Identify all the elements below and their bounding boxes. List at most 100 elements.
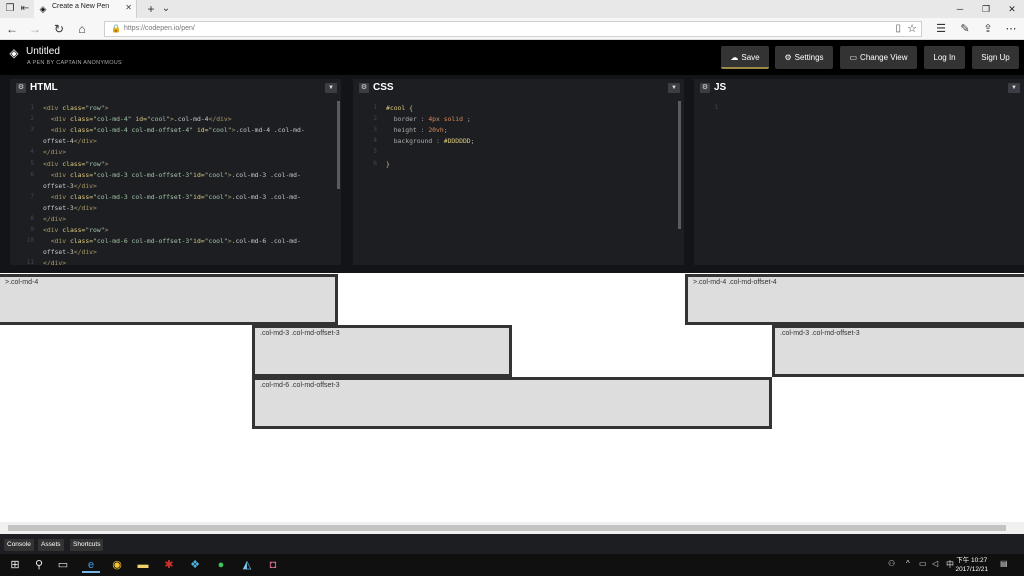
result-preview: >.col-md-4 >.col-md-4 .col-md-offset-4 .… <box>0 273 1024 534</box>
favorite-star-icon[interactable]: ☆ <box>907 22 917 35</box>
tab-close-icon[interactable]: ✕ <box>125 3 132 12</box>
line-number: 11 <box>26 259 34 265</box>
window-close-button[interactable]: ✕ <box>1000 2 1024 16</box>
back-arrow-icon[interactable]: ← <box>4 21 20 37</box>
volume-icon[interactable]: ◁ <box>932 559 938 568</box>
forward-arrow-icon[interactable]: → <box>27 21 43 37</box>
preview-horizontal-scrollbar[interactable] <box>0 522 1024 534</box>
preview-box-col-md-6-offset-3: .col-md-6 .col-md-offset-3 <box>252 377 772 429</box>
reading-view-icon[interactable]: ▯ <box>895 23 901 34</box>
pen-notes-icon[interactable]: ✎ <box>957 21 973 37</box>
task-view-icon[interactable]: ▭ <box>54 557 72 573</box>
css-editor-pane: ⚙ CSS ▼ 1 #cool {2 border : 4px solid ; 3 … <box>353 79 684 265</box>
url-text: https://codepen.io/pen/ <box>124 25 195 32</box>
ime-icon[interactable]: 中 <box>946 559 954 570</box>
code-line: #cool { <box>386 104 413 112</box>
preview-box-label: .col-md-3 .col-md-offset-3 <box>260 330 340 337</box>
edge-browser-icon[interactable]: e <box>82 557 100 573</box>
js-pane-header: ⚙ JS ▼ <box>694 79 1024 97</box>
line-number: 7 <box>30 192 34 200</box>
assets-button[interactable]: Assets <box>38 539 64 551</box>
code-line: } <box>386 159 390 168</box>
html-pane-title: HTML <box>30 82 58 93</box>
more-icon[interactable]: ⋯ <box>1003 21 1019 37</box>
pen-title[interactable]: Untitled <box>26 46 60 57</box>
line-number: 6 <box>30 170 34 178</box>
share-icon[interactable]: ⇪ <box>980 21 996 37</box>
tab-aside-icon[interactable]: ⇤ <box>18 2 32 16</box>
code-line: offset-4</div> <box>43 137 97 146</box>
save-label: Save <box>741 53 760 62</box>
action-center-icon[interactable]: ▤ <box>1000 559 1008 568</box>
line-number: 1 <box>714 104 718 111</box>
css-settings-gear-icon[interactable]: ⚙ <box>359 83 369 93</box>
window-maximize-button[interactable]: ❐ <box>974 2 998 16</box>
app-icon-blue[interactable]: ❖ <box>186 557 204 573</box>
favorites-hub-icon[interactable]: ☰ <box>933 21 949 37</box>
preview-box-col-md-4: >.col-md-4 <box>0 274 338 325</box>
line-number: 4 <box>373 137 377 145</box>
line-number: 6 <box>373 159 377 167</box>
tray-chevron-up-icon[interactable]: ^ <box>906 559 910 568</box>
editor-panels: ⚙ HTML ▼ 1 <div class="row"> 2 <div class=… <box>0 75 1024 273</box>
windows-taskbar: ⊞ ⚲ ▭ e ◉ ▬ ✱ ❖ ● ◭ ◘ ⚇ ^ ▭ ◁ 中 下午 10:27… <box>0 554 1024 576</box>
clock-date: 2017/12/21 <box>955 566 988 573</box>
css-scrollbar[interactable] <box>678 101 681 229</box>
search-icon[interactable]: ⚲ <box>30 557 48 573</box>
line-number: 3 <box>30 126 34 134</box>
clock-time: 下午 10:27 <box>956 557 988 564</box>
code-line: <div class="row"> <box>43 226 109 235</box>
chrome-icon[interactable]: ◉ <box>108 557 126 573</box>
code-line: </div> <box>43 215 67 223</box>
line-number: 5 <box>30 159 34 167</box>
js-editor-pane: ⚙ JS ▼ 1 <box>694 79 1024 265</box>
change-view-button[interactable]: ▭ Change View <box>840 46 917 69</box>
windows-start-icon[interactable]: ⊞ <box>6 557 24 573</box>
line-number: 1 <box>373 104 377 111</box>
code-line: <div class="col-md-4" id="cool">.col-md-… <box>50 115 232 124</box>
console-button[interactable]: Console <box>4 539 34 551</box>
save-button[interactable]: ☁ Save <box>721 46 769 69</box>
codepen-logo-icon[interactable]: ◈ <box>7 46 21 60</box>
js-settings-gear-icon[interactable]: ⚙ <box>700 83 710 93</box>
html-scrollbar[interactable] <box>337 101 340 189</box>
scrollbar-thumb[interactable] <box>8 525 1006 531</box>
people-icon[interactable]: ⚇ <box>888 559 895 568</box>
file-explorer-icon[interactable]: ▬ <box>134 557 152 573</box>
codepen-favicon-icon: ◈ <box>39 4 47 14</box>
login-button[interactable]: Log In <box>924 46 965 69</box>
html-editor-pane: ⚙ HTML ▼ 1 <div class="row"> 2 <div class=… <box>10 79 341 265</box>
browser-tab-active[interactable]: ◈ Create a New Pen ✕ <box>34 0 137 18</box>
app-icon-pink[interactable]: ◘ <box>264 557 282 573</box>
shortcuts-button[interactable]: Shortcuts <box>70 539 104 551</box>
refresh-icon[interactable]: ↻ <box>51 21 67 37</box>
system-clock[interactable]: 下午 10:27 2017/12/21 <box>955 556 988 574</box>
home-icon[interactable]: ⌂ <box>74 21 90 37</box>
html-settings-gear-icon[interactable]: ⚙ <box>16 83 26 93</box>
lock-icon: 🔒 <box>111 24 121 33</box>
pen-author: A PEN BY CAPTAIN ANONYMOUS <box>27 60 123 66</box>
html-code-editor[interactable]: 1 <div class="row"> 2 <div class="col-md-4… <box>10 101 341 265</box>
network-icon[interactable]: ▭ <box>919 559 927 568</box>
code-line: <div class="col-md-6 col-md-offset-3"id=… <box>50 237 301 246</box>
app-icon-cyan[interactable]: ◭ <box>238 557 256 573</box>
url-input[interactable]: 🔒 https://codepen.io/pen/ ▯ ☆ <box>104 21 922 37</box>
tab-menu-chevron-icon[interactable]: ⌄ <box>159 2 173 16</box>
settings-button[interactable]: ⚙ Settings <box>775 46 833 69</box>
new-tab-button[interactable]: + <box>144 2 158 16</box>
js-code-editor[interactable]: 1 <box>694 101 1024 265</box>
preview-box-label: >.col-md-4 <box>5 279 39 286</box>
spotify-icon[interactable]: ● <box>212 557 230 573</box>
app-icon-red[interactable]: ✱ <box>160 557 178 573</box>
css-pane-chevron-down-icon[interactable]: ▼ <box>668 83 680 93</box>
codepen-footer: Console Assets Shortcuts <box>0 534 1024 554</box>
signup-button[interactable]: Sign Up <box>972 46 1019 69</box>
js-pane-chevron-down-icon[interactable]: ▼ <box>1008 83 1020 93</box>
window-minimize-button[interactable]: ─ <box>948 2 972 16</box>
html-pane-chevron-down-icon[interactable]: ▼ <box>325 83 337 93</box>
code-line: <div class="col-md-3 col-md-offset-3"id=… <box>50 192 301 201</box>
tab-list-icon[interactable]: ❐ <box>3 2 17 16</box>
css-code-editor[interactable]: 1 #cool {2 border : 4px solid ; 3 height :… <box>353 101 684 265</box>
css-pane-title: CSS <box>373 82 394 93</box>
layout-icon: ▭ <box>849 53 858 62</box>
